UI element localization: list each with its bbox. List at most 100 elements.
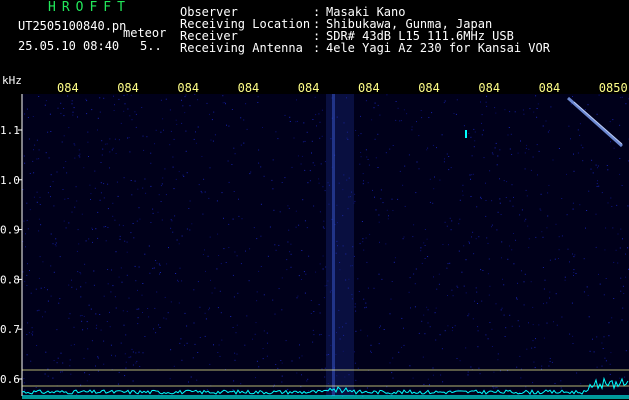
noise-pixel xyxy=(178,302,180,304)
noise-pixel xyxy=(321,109,323,111)
noise-pixel xyxy=(621,96,623,98)
noise-pixel xyxy=(70,373,72,375)
noise-pixel xyxy=(288,229,290,231)
noise-pixel xyxy=(117,383,119,385)
noise-pixel xyxy=(393,261,395,263)
value-label: 5.. xyxy=(140,39,162,53)
noise-pixel xyxy=(27,117,29,118)
noise-pixel xyxy=(520,140,521,142)
noise-pixel xyxy=(29,209,31,211)
noise-pixel xyxy=(385,152,387,154)
noise-pixel xyxy=(516,297,517,299)
noise-pixel xyxy=(257,102,259,103)
noise-pixel xyxy=(546,322,548,324)
noise-pixel xyxy=(462,194,464,196)
noise-pixel xyxy=(314,96,316,98)
noise-pixel xyxy=(272,299,274,301)
noise-pixel xyxy=(524,273,526,275)
noise-pixel xyxy=(493,371,495,373)
noise-pixel xyxy=(392,377,394,379)
noise-pixel xyxy=(117,195,119,197)
noise-pixel xyxy=(365,149,367,151)
noise-pixel xyxy=(263,175,265,177)
time-label: 084 xyxy=(478,81,500,95)
noise-pixel xyxy=(23,220,25,222)
noise-pixel xyxy=(528,148,530,150)
noise-pixel xyxy=(83,167,85,169)
noise-pixel xyxy=(97,129,98,131)
noise-pixel xyxy=(470,366,472,368)
noise-pixel xyxy=(103,363,105,365)
noise-pixel xyxy=(237,292,239,294)
noise-pixel xyxy=(315,114,317,116)
noise-pixel xyxy=(173,138,175,140)
noise-pixel xyxy=(362,183,364,185)
noise-pixel xyxy=(472,173,474,175)
noise-pixel xyxy=(291,166,293,168)
noise-pixel xyxy=(206,102,208,104)
noise-pixel xyxy=(246,128,248,130)
noise-pixel xyxy=(478,236,480,238)
noise-pixel xyxy=(354,303,356,305)
noise-pixel xyxy=(90,193,92,195)
noise-pixel xyxy=(231,109,233,110)
noise-pixel xyxy=(59,256,61,258)
noise-pixel xyxy=(301,279,302,280)
noise-pixel xyxy=(323,297,325,299)
noise-pixel xyxy=(318,178,320,180)
noise-pixel xyxy=(74,206,76,208)
noise-pixel xyxy=(318,182,320,184)
noise-pixel xyxy=(141,294,143,296)
noise-pixel xyxy=(238,198,239,200)
noise-pixel xyxy=(369,233,371,235)
noise-pixel xyxy=(260,235,262,237)
noise-pixel xyxy=(63,220,65,222)
noise-pixel xyxy=(166,263,168,265)
noise-pixel xyxy=(429,326,431,328)
noise-pixel xyxy=(395,101,397,102)
noise-pixel xyxy=(56,362,58,364)
noise-pixel xyxy=(480,198,482,200)
noise-pixel xyxy=(412,377,414,379)
noise-pixel xyxy=(570,103,572,105)
noise-pixel xyxy=(533,361,535,363)
y-tick-label: 0.8 xyxy=(0,273,20,286)
noise-pixel xyxy=(479,373,481,375)
noise-pixel xyxy=(411,129,413,131)
noise-pixel xyxy=(158,324,159,326)
filename-label: UT2505100840.pn xyxy=(18,19,127,33)
noise-pixel xyxy=(286,269,288,271)
noise-pixel xyxy=(558,249,560,251)
noise-pixel xyxy=(304,220,306,222)
noise-pixel xyxy=(316,125,317,127)
noise-pixel xyxy=(580,144,582,146)
noise-pixel xyxy=(26,334,28,336)
noise-pixel xyxy=(227,160,229,162)
noise-pixel xyxy=(325,266,327,268)
info-value: 4ele Yagi Az 230 for Kansai VOR xyxy=(326,41,550,55)
noise-pixel xyxy=(71,279,72,281)
noise-pixel xyxy=(427,147,429,149)
noise-pixel xyxy=(481,114,483,116)
noise-pixel xyxy=(189,200,191,202)
noise-pixel xyxy=(514,111,516,113)
noise-pixel xyxy=(63,115,65,117)
noise-pixel xyxy=(120,342,122,344)
noise-pixel xyxy=(548,365,550,367)
noise-pixel xyxy=(77,229,79,231)
noise-pixel xyxy=(97,356,99,358)
noise-pixel xyxy=(106,321,108,322)
noise-pixel xyxy=(290,243,292,245)
noise-pixel xyxy=(40,287,42,289)
noise-pixel xyxy=(260,266,262,267)
noise-pixel xyxy=(577,129,579,131)
noise-pixel xyxy=(87,141,89,143)
noise-pixel xyxy=(487,242,489,244)
noise-pixel xyxy=(119,238,121,240)
noise-pixel xyxy=(620,277,622,279)
noise-pixel xyxy=(473,253,475,255)
noise-pixel xyxy=(383,329,385,330)
noise-pixel xyxy=(258,366,260,368)
noise-pixel xyxy=(625,350,627,352)
noise-pixel xyxy=(424,258,426,259)
